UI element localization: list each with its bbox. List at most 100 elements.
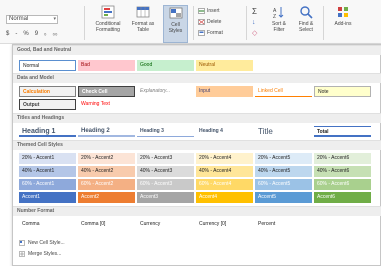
- style-accent5[interactable]: Accent5: [255, 192, 312, 203]
- ribbon-separator: [323, 6, 324, 40]
- percent-format-button[interactable]: %: [23, 31, 28, 37]
- format-as-table-label: Format as Table: [131, 21, 155, 33]
- decrease-decimal-button[interactable]: ₀₀: [53, 31, 58, 37]
- style-explanatory[interactable]: Explanatory...: [137, 86, 194, 97]
- conditional-formatting-button[interactable]: Conditional Formatting: [92, 5, 124, 43]
- style-currency-0[interactable]: Currency [0]: [196, 219, 253, 230]
- style-20-accent2[interactable]: 20% - Accent2: [78, 153, 135, 164]
- style-bad[interactable]: Bad: [78, 60, 135, 71]
- delete-cells-button[interactable]: Delete: [198, 18, 221, 26]
- cell-styles-button[interactable]: Cell Styles: [163, 5, 188, 43]
- themed-20-row: 20% - Accent1 20% - Accent2 20% - Accent…: [19, 153, 373, 164]
- style-40-accent1[interactable]: 40% - Accent1: [19, 166, 76, 177]
- style-total[interactable]: Total: [314, 126, 371, 137]
- style-40-accent4[interactable]: 40% - Accent4: [196, 166, 253, 177]
- themed-40-row: 40% - Accent1 40% - Accent2 40% - Accent…: [19, 166, 373, 177]
- increase-decimal-button[interactable]: ₀: [44, 31, 47, 37]
- currency-format-button[interactable]: $: [6, 31, 9, 37]
- style-output[interactable]: Output: [19, 99, 76, 110]
- style-40-accent6[interactable]: 40% - Accent6: [314, 166, 371, 177]
- merge-styles-link[interactable]: Merge Styles...: [19, 249, 61, 258]
- delete-icon: [198, 19, 205, 25]
- style-accent3[interactable]: Accent3: [137, 192, 194, 203]
- cell-styles-icon: [169, 7, 182, 19]
- style-60-accent1[interactable]: 60% - Accent1: [19, 179, 76, 190]
- font-name-combo[interactable]: Normal ▾: [6, 15, 58, 24]
- style-note[interactable]: Note: [314, 86, 371, 97]
- style-heading-2[interactable]: Heading 2: [78, 126, 135, 137]
- style-20-accent4[interactable]: 20% - Accent4: [196, 153, 253, 164]
- style-accent1[interactable]: Accent1: [19, 192, 76, 203]
- new-style-icon: [19, 239, 25, 246]
- chevron-down-icon[interactable]: ▾: [53, 16, 56, 23]
- style-warning-text[interactable]: Warning Text: [78, 99, 135, 110]
- themed-accent-row: Accent1 Accent2 Accent3 Accent4 Accent5 …: [19, 192, 373, 203]
- ribbon-separator: [246, 6, 247, 40]
- sort-filter-button[interactable]: A Z Sort & Filter: [268, 5, 290, 43]
- conditional-formatting-label: Conditional Formatting: [95, 21, 121, 33]
- style-heading-1[interactable]: Heading 1: [19, 126, 76, 137]
- style-60-accent5[interactable]: 60% - Accent5: [255, 179, 312, 190]
- style-20-accent1[interactable]: 20% - Accent1: [19, 153, 76, 164]
- style-40-accent3[interactable]: 40% - Accent3: [137, 166, 194, 177]
- style-good[interactable]: Good: [137, 60, 194, 71]
- fill-button[interactable]: ↓: [252, 18, 256, 26]
- style-heading-4[interactable]: Heading 4: [196, 126, 253, 137]
- ribbon-separator: [193, 6, 194, 40]
- style-neutral[interactable]: Neutral: [196, 60, 253, 71]
- style-60-accent6[interactable]: 60% - Accent6: [314, 179, 371, 190]
- style-linked-cell[interactable]: Linked Cell: [255, 86, 312, 97]
- style-60-accent3[interactable]: 60% - Accent3: [137, 179, 194, 190]
- format-cells-button[interactable]: Format: [198, 29, 223, 37]
- ribbon: Normal ▾ $ - % 9 ₀ ₀₀ Conditional Format…: [0, 0, 381, 44]
- cell-styles-label: Cell Styles: [168, 22, 183, 34]
- number-format-dropdown[interactable]: -: [15, 31, 17, 37]
- add-ins-icon: [338, 7, 348, 17]
- style-comma[interactable]: Comma: [19, 219, 76, 230]
- new-cell-style-link[interactable]: New Cell Style...: [19, 238, 65, 247]
- style-40-accent2[interactable]: 40% - Accent2: [78, 166, 135, 177]
- sort-filter-icon: A Z: [273, 7, 284, 19]
- magnifier-icon: [300, 6, 313, 19]
- format-icon: [198, 30, 205, 36]
- style-accent2[interactable]: Accent2: [78, 192, 135, 203]
- autosum-button[interactable]: Σ: [252, 7, 257, 16]
- insert-label: Insert: [207, 8, 220, 14]
- style-comma-0[interactable]: Comma [0]: [78, 219, 135, 230]
- titles-headings-row: Heading 1 Heading 2 Heading 3 Heading 4 …: [19, 126, 373, 137]
- style-20-accent3[interactable]: 20% - Accent3: [137, 153, 194, 164]
- style-20-accent5[interactable]: 20% - Accent5: [255, 153, 312, 164]
- style-60-accent2[interactable]: 60% - Accent2: [78, 179, 135, 190]
- style-input[interactable]: Input: [196, 86, 253, 97]
- style-heading-3[interactable]: Heading 3: [137, 126, 194, 137]
- style-calculation[interactable]: Calculation: [19, 86, 76, 97]
- style-40-accent5[interactable]: 40% - Accent5: [255, 166, 312, 177]
- find-select-button[interactable]: Find & Select: [294, 5, 318, 43]
- merge-styles-icon: [19, 250, 25, 257]
- clear-button[interactable]: ◇: [252, 29, 257, 37]
- comma-format-button[interactable]: 9: [35, 31, 38, 37]
- style-accent6[interactable]: Accent6: [314, 192, 371, 203]
- data-model-row-2: Output Warning Text: [19, 99, 137, 110]
- ribbon-separator: [84, 6, 85, 40]
- add-ins-button[interactable]: Add-ins: [330, 5, 356, 43]
- format-as-table-button[interactable]: Format as Table: [128, 5, 158, 43]
- style-20-accent6[interactable]: 20% - Accent6: [314, 153, 371, 164]
- style-accent4[interactable]: Accent4: [196, 192, 253, 203]
- style-normal[interactable]: Normal: [19, 60, 76, 71]
- eraser-icon: ◇: [252, 30, 258, 37]
- font-name-value: Normal: [9, 16, 29, 22]
- format-as-table-icon: [136, 6, 150, 18]
- svg-text:Z: Z: [273, 14, 276, 19]
- data-model-row-1: Calculation Check Cell Explanatory... In…: [19, 86, 373, 97]
- style-title[interactable]: Title: [255, 126, 312, 137]
- conditional-formatting-icon: [101, 5, 115, 19]
- insert-cells-button[interactable]: Insert: [198, 7, 220, 15]
- format-label: Format: [207, 30, 223, 36]
- new-cell-style-label: New Cell Style...: [28, 239, 65, 246]
- style-check-cell[interactable]: Check Cell: [78, 86, 135, 97]
- style-currency[interactable]: Currency: [137, 219, 194, 230]
- section-good-bad-neutral: Good, Bad and Neutral: [13, 45, 381, 55]
- style-percent[interactable]: Percent: [255, 219, 312, 230]
- style-60-accent4[interactable]: 60% - Accent4: [196, 179, 253, 190]
